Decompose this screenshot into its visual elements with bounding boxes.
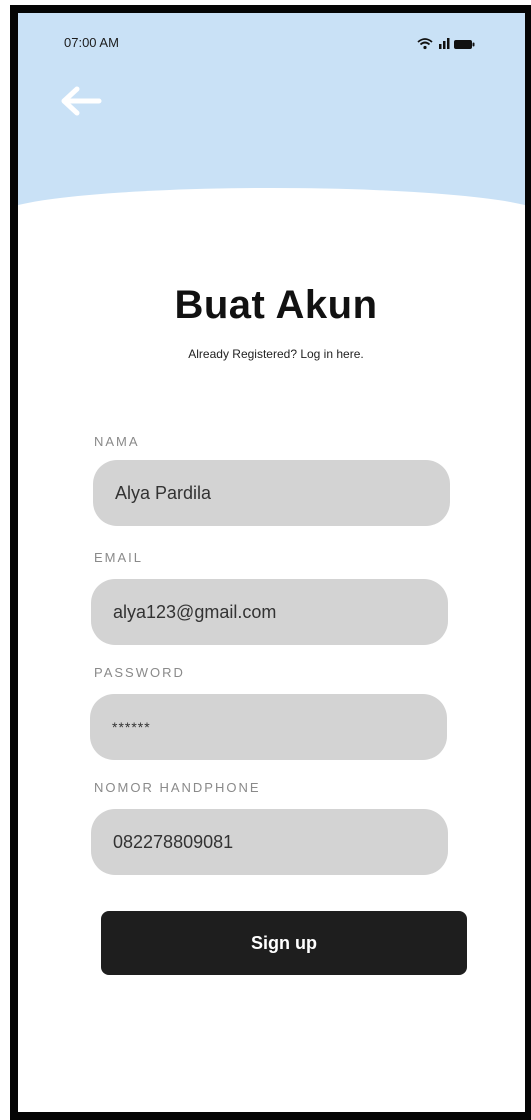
email-label: EMAIL [94, 550, 144, 565]
arrow-left-icon[interactable] [55, 81, 105, 121]
nama-label: NAMA [94, 434, 140, 449]
password-input[interactable]: ****** [90, 694, 447, 760]
email-input[interactable]: alya123@gmail.com [91, 579, 448, 645]
signup-button[interactable]: Sign up [101, 911, 467, 975]
password-label: PASSWORD [94, 665, 185, 680]
phone-input[interactable]: 082278809081 [91, 809, 448, 875]
page-title: Buat Akun [174, 283, 378, 327]
phone-frame: 07:00 AM Buat Akun Already Registered? L… [10, 5, 531, 1120]
login-link[interactable]: Already Registered? Log in here. [18, 347, 525, 361]
nama-input[interactable]: Alya Pardila [93, 460, 450, 526]
wifi-icon [417, 38, 433, 50]
signal-icon [439, 38, 450, 49]
status-icons [417, 38, 475, 50]
phone-label: NOMOR HANDPHONE [94, 780, 261, 795]
status-time: 07:00 AM [64, 35, 119, 50]
battery-icon [454, 40, 475, 49]
